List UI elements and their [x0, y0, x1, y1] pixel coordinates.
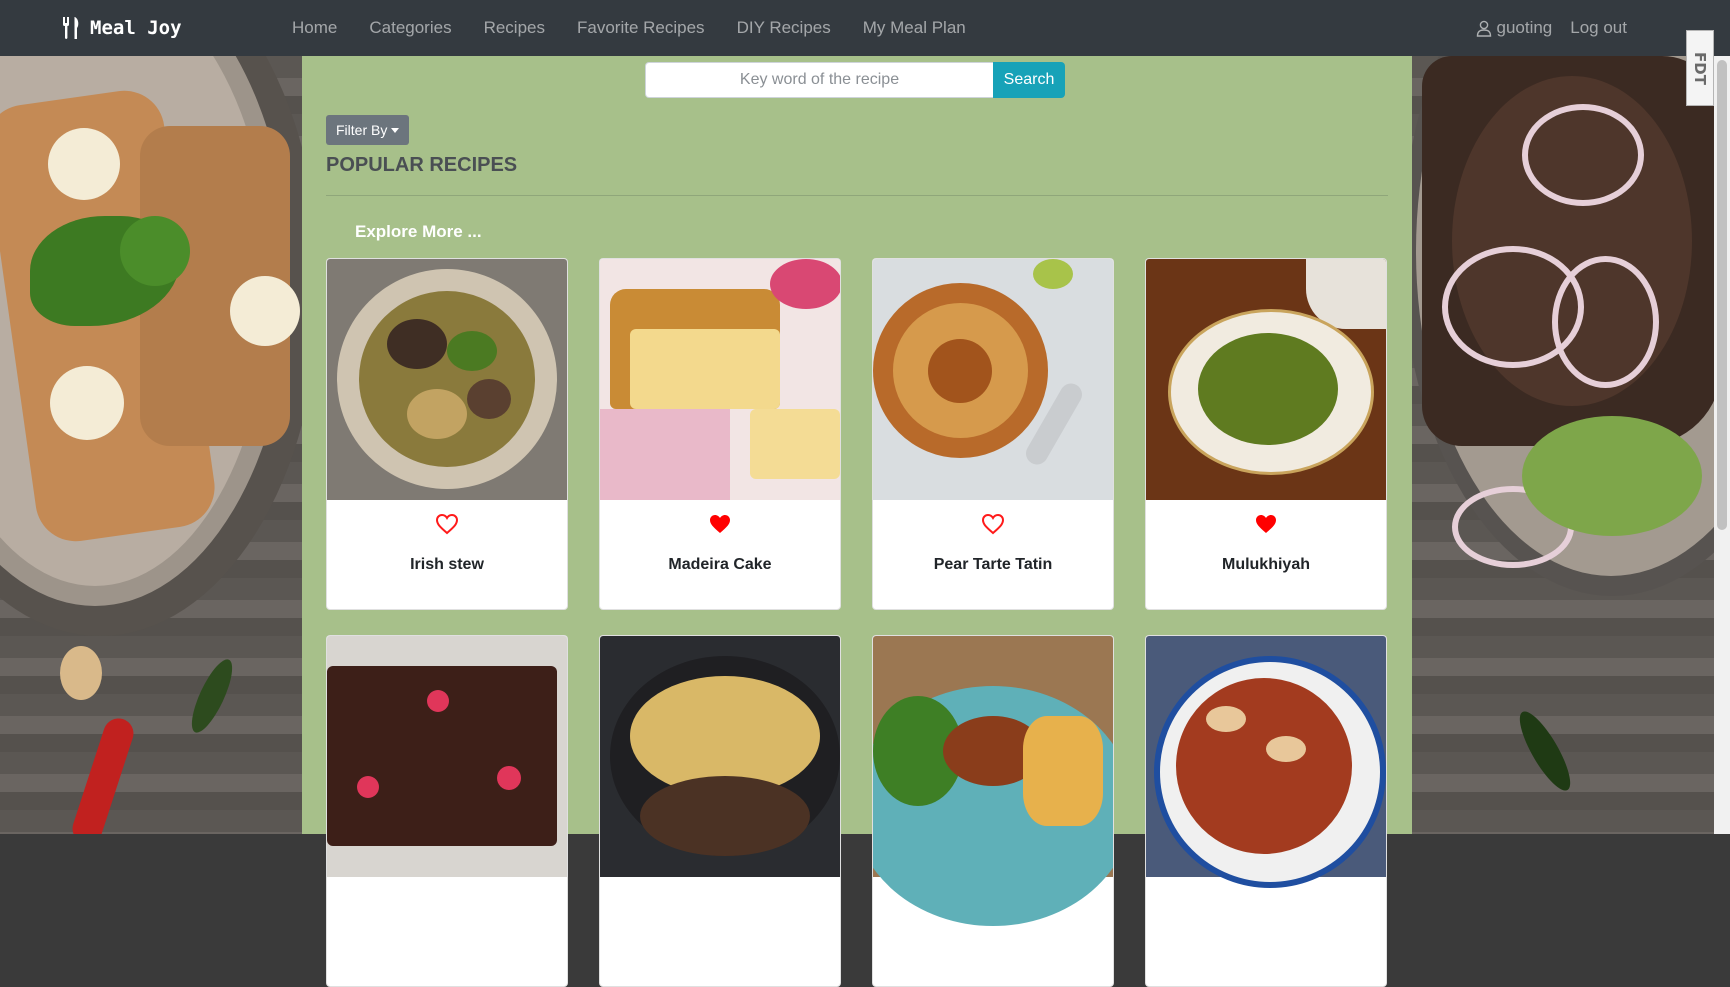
- section-title: POPULAR RECIPES: [326, 154, 518, 176]
- recipe-card[interactable]: [326, 635, 568, 987]
- main-content: Search Filter By POPULAR RECIPES Explore…: [302, 56, 1412, 987]
- nav-favorite-recipes[interactable]: Favorite Recipes: [577, 18, 705, 38]
- nav-links: Home Categories Recipes Favorite Recipes…: [292, 0, 966, 56]
- recipe-name: Pear Tarte Tatin: [933, 556, 1053, 573]
- extension-badge-text: FDT: [1691, 51, 1709, 85]
- navbar: Meal Joy Home Categories Recipes Favorit…: [0, 0, 1730, 56]
- background-food-image-left: [0, 56, 302, 834]
- recipe-image: [327, 636, 567, 877]
- recipe-image: [873, 259, 1113, 500]
- nav-user-area: guoting Log out: [1476, 0, 1627, 56]
- background-food-image-right: [1412, 56, 1730, 834]
- user-icon: [1477, 20, 1492, 37]
- recipe-search-input[interactable]: [645, 62, 993, 98]
- nav-my-meal-plan[interactable]: My Meal Plan: [863, 18, 966, 38]
- recipe-image: [1146, 636, 1386, 888]
- recipe-card[interactable]: Pear Tarte Tatin: [872, 258, 1114, 610]
- scrollbar-thumb[interactable]: [1717, 60, 1727, 530]
- nav-categories[interactable]: Categories: [369, 18, 451, 38]
- utensils-icon: [63, 17, 79, 39]
- recipe-name: Madeira Cake: [668, 556, 772, 573]
- explore-more-link[interactable]: Explore More ...: [355, 222, 482, 242]
- favorite-heart-icon[interactable]: [708, 513, 732, 535]
- recipe-card[interactable]: [599, 635, 841, 987]
- recipe-card[interactable]: Irish stew: [326, 258, 568, 610]
- filter-dropdown-button[interactable]: Filter By: [326, 115, 410, 145]
- recipe-card[interactable]: [872, 635, 1114, 987]
- favorite-heart-icon[interactable]: [1254, 513, 1278, 535]
- divider: [326, 195, 1388, 196]
- recipe-image: [327, 259, 567, 500]
- recipe-image: [600, 259, 840, 500]
- username: guoting: [1496, 18, 1553, 37]
- filter-label: Filter By: [336, 122, 388, 138]
- extension-badge[interactable]: FDT: [1686, 30, 1714, 106]
- recipe-image: [600, 636, 840, 877]
- recipe-image: [873, 636, 1113, 926]
- recipe-card[interactable]: [1145, 635, 1387, 987]
- brand-link[interactable]: Meal Joy: [62, 14, 182, 42]
- nav-home[interactable]: Home: [292, 18, 337, 38]
- nav-diy-recipes[interactable]: DIY Recipes: [737, 18, 831, 38]
- user-profile-link[interactable]: guoting: [1476, 18, 1552, 38]
- search-bar: Search: [645, 62, 1065, 98]
- recipe-image: [1146, 259, 1386, 500]
- recipe-name: Mulukhiyah: [1221, 556, 1310, 573]
- favorite-heart-icon[interactable]: [981, 513, 1005, 535]
- page-scrollbar[interactable]: [1714, 56, 1730, 834]
- recipe-card[interactable]: Madeira Cake: [599, 258, 841, 610]
- recipe-card[interactable]: Mulukhiyah: [1145, 258, 1387, 610]
- nav-recipes[interactable]: Recipes: [484, 18, 545, 38]
- brand-name: Meal Joy: [90, 17, 182, 39]
- logout-link[interactable]: Log out: [1570, 18, 1627, 38]
- recipe-name: Irish stew: [410, 556, 484, 573]
- caret-down-icon: [391, 127, 400, 133]
- favorite-heart-icon[interactable]: [435, 513, 459, 535]
- search-button[interactable]: Search: [993, 62, 1065, 98]
